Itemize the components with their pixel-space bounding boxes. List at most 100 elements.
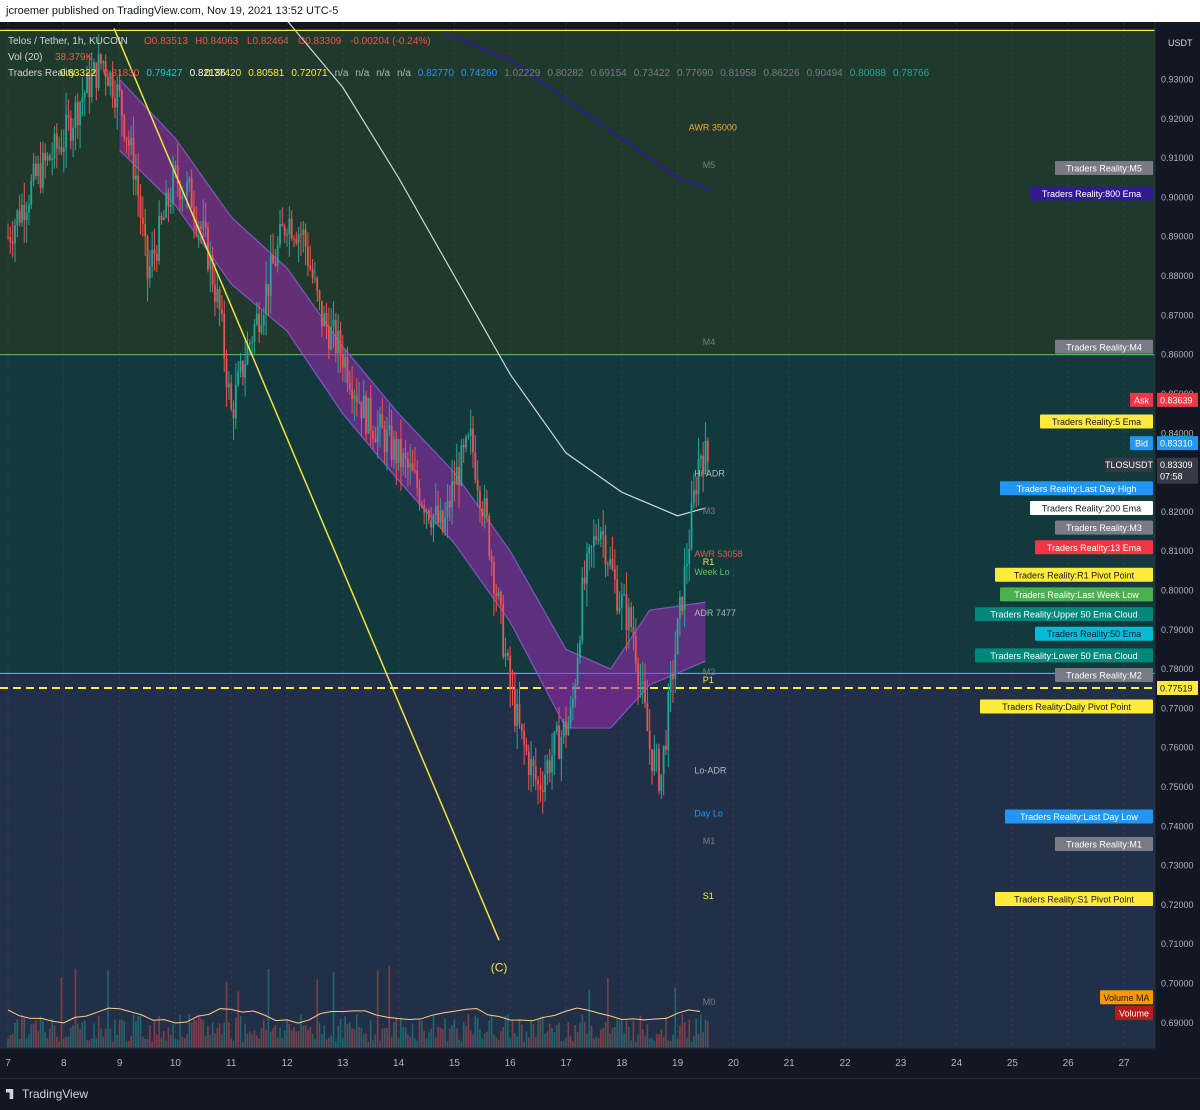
- candle-body: [165, 192, 167, 218]
- candle-body: [295, 239, 298, 244]
- candle-body: [67, 114, 70, 118]
- volume-bar: [376, 970, 379, 1048]
- candle-body: [227, 383, 230, 388]
- legend-indicator-value: 0.77690: [677, 68, 714, 79]
- candle-body: [586, 553, 588, 584]
- candle-body: [418, 487, 421, 505]
- candle-body: [200, 226, 202, 229]
- candle-body: [548, 760, 551, 773]
- volume-bar: [311, 1034, 314, 1048]
- volume-bar: [500, 1031, 502, 1048]
- candle-body: [690, 503, 693, 549]
- volume-bar: [239, 1015, 242, 1048]
- right-label-text: Traders Reality:S1 Pivot Point: [1014, 895, 1134, 905]
- volume-bar: [437, 1026, 439, 1048]
- right-label-text: Traders Reality:Last Week Low: [1014, 590, 1139, 600]
- level-label: Week Lo: [694, 567, 729, 577]
- volume-bar: [528, 1037, 530, 1048]
- volume-bar: [116, 1035, 119, 1048]
- level-label: M3: [703, 506, 716, 516]
- candle-body: [602, 531, 605, 535]
- candle-body: [581, 577, 584, 641]
- volume-bar: [476, 1017, 479, 1048]
- volume-bar: [111, 1041, 114, 1048]
- candle-body: [390, 425, 393, 460]
- volume-bar: [583, 1021, 586, 1048]
- volume-bar: [90, 1038, 93, 1048]
- volume-bar: [707, 1021, 709, 1048]
- legend-indicator-value: 0.80282: [547, 68, 584, 79]
- candle-body: [14, 225, 16, 244]
- candle-body: [474, 452, 477, 480]
- volume-bar: [458, 1039, 460, 1048]
- candle-body: [706, 440, 709, 462]
- candle-body: [611, 558, 614, 570]
- volume-bar: [702, 1032, 704, 1048]
- volume-bar: [39, 1016, 42, 1048]
- candle-body: [653, 750, 656, 771]
- volume-bar: [314, 1038, 316, 1048]
- volume-bar: [288, 1023, 291, 1048]
- volume-bar: [46, 1038, 49, 1048]
- volume-bar: [639, 1015, 642, 1048]
- volume-bar: [242, 1041, 244, 1048]
- volume-bar: [265, 1029, 267, 1048]
- price-chart[interactable]: (C) AWR 35000 M5 M4 Hi-ADR M3 AWR 53058R1Week…: [0, 22, 1200, 1078]
- volume-bar: [460, 1041, 463, 1048]
- volume-bar: [653, 1040, 656, 1048]
- volume-bar: [544, 1034, 546, 1048]
- candle-body: [625, 594, 628, 631]
- volume-bar: [335, 1041, 337, 1048]
- volume-bar: [600, 1029, 602, 1048]
- volume-bar: [521, 1024, 523, 1048]
- volume-bar: [118, 1020, 121, 1048]
- candle-body: [495, 593, 498, 597]
- candle-body: [527, 751, 530, 775]
- legend-indicator-value: 0.86226: [763, 68, 800, 79]
- candle-body: [669, 673, 672, 693]
- candle-body: [30, 180, 33, 205]
- volume-bar: [509, 1038, 511, 1048]
- candle-body: [151, 249, 154, 266]
- right-label-text: Traders Reality:50 Ema: [1047, 629, 1141, 639]
- right-label-text: Traders Reality:Lower 50 Ema Cloud: [990, 651, 1137, 661]
- volume-bar: [430, 1028, 432, 1048]
- volume-bar: [197, 1014, 200, 1048]
- volume-bar: [446, 1041, 449, 1048]
- candle-body: [97, 54, 100, 88]
- candle-body: [641, 681, 644, 684]
- legend-indicator-value: 0.72071: [291, 68, 328, 79]
- volume-bar: [35, 1020, 37, 1048]
- candle-body: [330, 326, 333, 350]
- volume-bar: [435, 1037, 437, 1048]
- candle-body: [134, 175, 137, 180]
- volume-bar: [330, 1035, 332, 1048]
- volume-bar: [295, 1031, 298, 1048]
- candle-body: [37, 163, 40, 176]
- volume-bar: [149, 1024, 151, 1048]
- volume-bar: [307, 1029, 309, 1048]
- candle-body: [562, 721, 565, 737]
- tradingview-logo[interactable]: TradingView: [6, 1087, 88, 1101]
- candle-body: [458, 466, 460, 486]
- volume-bar: [579, 1023, 581, 1048]
- volume-bar: [451, 1025, 453, 1048]
- level-label: Day Lo: [694, 808, 723, 818]
- volume-bar: [688, 1019, 691, 1048]
- candle-body: [553, 731, 556, 756]
- price-tick-label: 0.78000: [1161, 664, 1194, 674]
- candle-body: [655, 749, 658, 751]
- time-tick-label: 25: [1007, 1058, 1019, 1069]
- volume-bar: [581, 1014, 584, 1048]
- volume-bar: [272, 1028, 274, 1048]
- volume-bar: [502, 1027, 505, 1048]
- candle-body: [232, 409, 235, 419]
- candle-body: [534, 766, 537, 781]
- volume-bar: [351, 1028, 353, 1048]
- axis-price-text: 0.77519: [1160, 683, 1193, 693]
- volume-bar: [462, 1021, 465, 1048]
- volume-bar: [669, 1040, 672, 1048]
- candle-body: [555, 725, 558, 732]
- volume-bar: [655, 1033, 658, 1048]
- volume-bar: [455, 1028, 458, 1048]
